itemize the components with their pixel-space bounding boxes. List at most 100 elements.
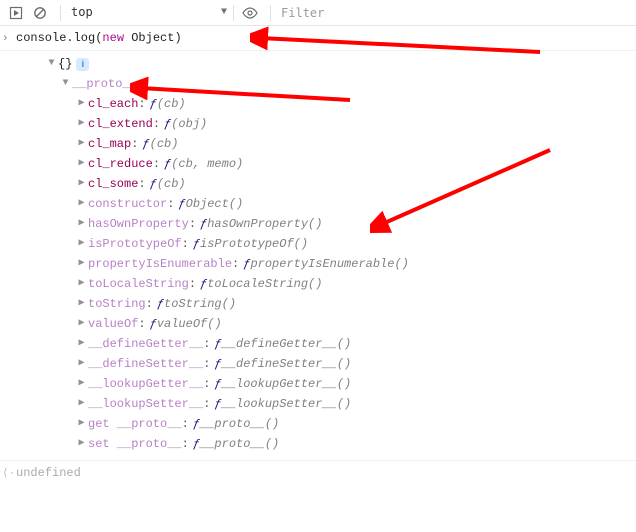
tree-property-row[interactable]: ▶cl_each:ƒ (cb) [20, 94, 630, 114]
run-icon[interactable] [6, 3, 26, 23]
disclosure-triangle-icon[interactable]: ▶ [76, 194, 87, 214]
tree-property-row[interactable]: ▶cl_extend:ƒ (obj) [20, 114, 630, 134]
disclosure-triangle-icon[interactable]: ▶ [76, 294, 87, 314]
disclosure-triangle-icon[interactable]: ▶ [76, 114, 87, 134]
tree-property-row[interactable]: ▶get __proto__:ƒ __proto__() [20, 414, 630, 434]
property-name: __proto__ [72, 74, 137, 94]
function-f: ƒ [214, 394, 221, 414]
tree-property-row[interactable]: ▶cl_reduce:ƒ (cb, memo) [20, 154, 630, 174]
tree-property-row[interactable]: ▶toString:ƒ toString() [20, 294, 630, 314]
toolbar-divider [233, 5, 234, 21]
function-signature: __defineGetter__() [222, 334, 352, 354]
function-signature: isPrototypeOf() [200, 234, 308, 254]
disclosure-triangle-icon[interactable]: ▶ [76, 234, 87, 254]
property-name: __lookupSetter__ [88, 394, 203, 414]
function-signature: (cb) [157, 94, 186, 114]
tree-property-row[interactable]: ▶toLocaleString:ƒ toLocaleString() [20, 274, 630, 294]
return-value: undefined [16, 464, 81, 482]
object-tree: ▼ {} i ▼ __proto__: ▶cl_each:ƒ (cb)▶cl_e… [16, 54, 630, 454]
object-label: {} [58, 54, 72, 74]
disclosure-triangle-icon[interactable]: ▶ [76, 174, 87, 194]
disclosure-triangle-icon[interactable]: ▶ [76, 254, 87, 274]
property-name: cl_extend [88, 114, 153, 134]
return-arrow-icon: ⟨· [2, 465, 15, 483]
filter-input[interactable] [277, 4, 630, 22]
disclosure-triangle-icon[interactable]: ▼ [46, 54, 57, 74]
property-name: cl_some [88, 174, 138, 194]
property-name: hasOwnProperty [88, 214, 189, 234]
eye-icon[interactable] [240, 3, 260, 23]
function-f: ƒ [193, 434, 200, 454]
disclosure-triangle-icon[interactable]: ▶ [76, 94, 87, 114]
disclosure-triangle-icon[interactable]: ▶ [76, 214, 87, 234]
function-f: ƒ [157, 294, 164, 314]
disclosure-triangle-icon[interactable]: ▼ [60, 74, 71, 94]
tree-property-row[interactable]: ▶__defineGetter__:ƒ __defineGetter__() [20, 334, 630, 354]
function-f: ƒ [200, 274, 207, 294]
disclosure-triangle-icon[interactable]: ▶ [76, 154, 87, 174]
function-f: ƒ [164, 154, 171, 174]
disclosure-triangle-icon[interactable]: ▶ [76, 414, 87, 434]
function-f: ƒ [150, 314, 157, 334]
tree-property-row[interactable]: ▶__lookupSetter__:ƒ __lookupSetter__() [20, 394, 630, 414]
function-signature: (cb, memo) [171, 154, 243, 174]
context-select[interactable] [67, 3, 237, 21]
tree-property-row[interactable]: ▶isPrototypeOf:ƒ isPrototypeOf() [20, 234, 630, 254]
disclosure-triangle-icon[interactable]: ▶ [76, 334, 87, 354]
disclosure-triangle-icon[interactable]: ▶ [76, 354, 87, 374]
tree-property-row[interactable]: ▶constructor:ƒ Object() [20, 194, 630, 214]
property-name: cl_map [88, 134, 131, 154]
function-f: ƒ [142, 134, 149, 154]
tree-property-row[interactable]: ▶propertyIsEnumerable:ƒ propertyIsEnumer… [20, 254, 630, 274]
console-output-line: ▼ {} i ▼ __proto__: ▶cl_each:ƒ (cb)▶cl_e… [0, 51, 636, 461]
console-code: console.log(new Object) [16, 29, 182, 47]
property-name: isPrototypeOf [88, 234, 182, 254]
console-toolbar: ▼ [0, 0, 636, 26]
disclosure-triangle-icon[interactable]: ▶ [76, 374, 87, 394]
function-f: ƒ [150, 94, 157, 114]
function-f: ƒ [214, 354, 221, 374]
function-signature: __proto__() [200, 434, 279, 454]
disclosure-triangle-icon[interactable]: ▶ [76, 314, 87, 334]
function-f: ƒ [193, 234, 200, 254]
function-signature: propertyIsEnumerable() [250, 254, 408, 274]
property-name: cl_reduce [88, 154, 153, 174]
function-signature: hasOwnProperty() [207, 214, 322, 234]
property-name: __defineGetter__ [88, 334, 203, 354]
function-signature: __lookupSetter__() [222, 394, 352, 414]
disclosure-triangle-icon[interactable]: ▶ [76, 134, 87, 154]
property-name: __defineSetter__ [88, 354, 203, 374]
tree-property-row[interactable]: ▶__lookupGetter__:ƒ __lookupGetter__() [20, 374, 630, 394]
tree-property-row[interactable]: ▶valueOf:ƒ valueOf() [20, 314, 630, 334]
disclosure-triangle-icon[interactable]: ▶ [76, 434, 87, 454]
tree-property-row[interactable]: ▶cl_some:ƒ (cb) [20, 174, 630, 194]
property-name: cl_each [88, 94, 138, 114]
tree-property-row[interactable]: ▶set __proto__:ƒ __proto__() [20, 434, 630, 454]
function-f: ƒ [193, 414, 200, 434]
function-signature: (cb) [157, 174, 186, 194]
tree-proto[interactable]: ▼ __proto__: [20, 74, 630, 94]
function-f: ƒ [214, 374, 221, 394]
function-f: ƒ [214, 334, 221, 354]
clear-icon[interactable] [30, 3, 50, 23]
tree-property-row[interactable]: ▶cl_map:ƒ (cb) [20, 134, 630, 154]
function-signature: Object() [186, 194, 244, 214]
info-icon[interactable]: i [76, 58, 89, 71]
function-f: ƒ [178, 194, 185, 214]
console-return-line: ⟨· undefined [0, 461, 636, 485]
function-signature: (cb) [150, 134, 179, 154]
tree-property-row[interactable]: ▶__defineSetter__:ƒ __defineSetter__() [20, 354, 630, 374]
toolbar-divider [270, 5, 271, 21]
disclosure-triangle-icon[interactable]: ▶ [76, 394, 87, 414]
context-select-wrap[interactable]: ▼ [67, 3, 227, 22]
console-input-line[interactable]: › console.log(new Object) [0, 26, 636, 51]
function-f: ƒ [150, 174, 157, 194]
disclosure-triangle-icon[interactable]: ▶ [76, 274, 87, 294]
function-signature: __lookupGetter__() [222, 374, 352, 394]
property-name: propertyIsEnumerable [88, 254, 232, 274]
function-signature: toLocaleString() [207, 274, 322, 294]
function-signature: toString() [164, 294, 236, 314]
tree-property-row[interactable]: ▶hasOwnProperty:ƒ hasOwnProperty() [20, 214, 630, 234]
property-name: __lookupGetter__ [88, 374, 203, 394]
tree-root[interactable]: ▼ {} i [20, 54, 630, 74]
